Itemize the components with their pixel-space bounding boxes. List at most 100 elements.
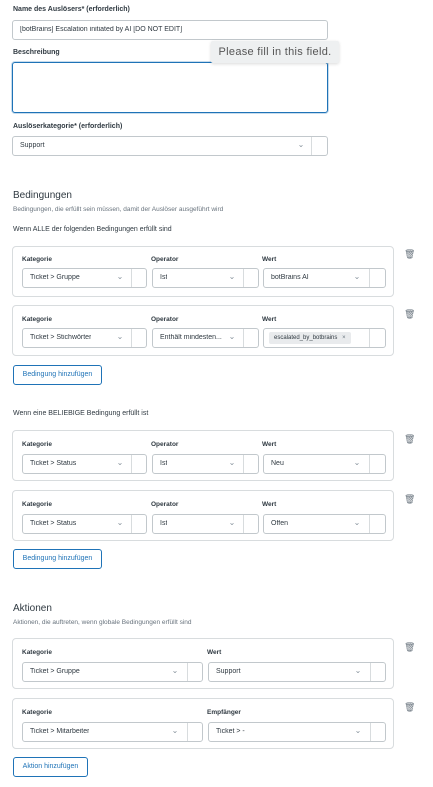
select-divider xyxy=(243,515,244,533)
select-divider xyxy=(369,269,370,287)
condition-value-value: botBrains AI xyxy=(271,274,309,281)
condition-value-select[interactable]: Neu ⌄ xyxy=(263,454,386,474)
action-recipient-value: Ticket > - xyxy=(216,728,245,735)
condition-value-value: Neu xyxy=(271,460,284,467)
validation-tooltip: Please fill in this field. xyxy=(211,41,339,63)
trash-icon[interactable]: 🗑 xyxy=(404,249,415,259)
select-divider xyxy=(131,329,132,347)
trash-icon[interactable]: 🗑 xyxy=(404,702,415,712)
condition-row: Kategorie Operator Wert Ticket > Stichwö… xyxy=(12,305,394,356)
condition-tag-input[interactable]: escalated_by_botbrains × xyxy=(263,328,386,348)
trigger-category-value: Support xyxy=(20,142,45,149)
chevron-down-icon: ⌄ xyxy=(116,458,124,467)
select-divider xyxy=(131,455,132,473)
trigger-category-label: Auslöserkategorie* (erforderlich) xyxy=(13,123,123,130)
condition-operator-select[interactable]: Ist ⌄ xyxy=(152,454,259,474)
chevron-down-icon: ⌄ xyxy=(228,518,236,527)
action-category-select[interactable]: Ticket > Gruppe ⌄ xyxy=(22,662,203,682)
description-label: Beschreibung xyxy=(13,49,60,56)
condition-operator-value: Ist xyxy=(160,460,168,467)
condition-row: Kategorie Operator Wert Ticket > Status … xyxy=(12,430,394,481)
add-condition-all-button[interactable]: Bedingung hinzufügen xyxy=(13,365,102,385)
condition-value-value: Offen xyxy=(271,520,288,527)
condition-category-select[interactable]: Ticket > Stichwörter ⌄ xyxy=(22,328,147,348)
action-value-select[interactable]: Support ⌄ xyxy=(208,662,386,682)
category-label: Kategorie xyxy=(22,649,52,656)
condition-category-select[interactable]: Ticket > Status ⌄ xyxy=(22,454,147,474)
trash-icon[interactable]: 🗑 xyxy=(404,494,415,504)
condition-value-select[interactable]: Offen ⌄ xyxy=(263,514,386,534)
tag-chip: escalated_by_botbrains × xyxy=(269,332,351,344)
condition-operator-select[interactable]: Ist ⌄ xyxy=(152,268,259,288)
category-label: Kategorie xyxy=(22,256,52,263)
condition-category-value: Ticket > Stichwörter xyxy=(30,334,92,341)
category-label: Kategorie xyxy=(22,316,52,323)
select-divider xyxy=(369,455,370,473)
action-recipient-select[interactable]: Ticket > - ⌄ xyxy=(208,722,386,742)
select-divider xyxy=(131,515,132,533)
value-label: Wert xyxy=(262,441,277,448)
category-label: Kategorie xyxy=(22,441,52,448)
chevron-down-icon: ⌄ xyxy=(228,272,236,281)
operator-label: Operator xyxy=(151,501,179,508)
chevron-down-icon: ⌄ xyxy=(116,272,124,281)
tag-remove-icon[interactable]: × xyxy=(342,335,346,341)
chevron-down-icon: ⌄ xyxy=(353,458,361,467)
chevron-down-icon: ⌄ xyxy=(171,666,179,675)
actions-subtitle: Aktionen, die auftreten, wenn globale Be… xyxy=(13,619,192,626)
add-condition-any-button[interactable]: Bedingung hinzufügen xyxy=(13,549,102,569)
value-label: Wert xyxy=(262,316,277,323)
select-divider xyxy=(311,137,312,155)
chevron-down-icon: ⌄ xyxy=(297,140,305,149)
condition-operator-select[interactable]: Enthält mindesten... ⌄ xyxy=(152,328,259,348)
condition-category-select[interactable]: Ticket > Status ⌄ xyxy=(22,514,147,534)
condition-operator-select[interactable]: Ist ⌄ xyxy=(152,514,259,534)
condition-category-select[interactable]: Ticket > Gruppe ⌄ xyxy=(22,268,147,288)
actions-title: Aktionen xyxy=(13,603,52,614)
select-divider xyxy=(131,269,132,287)
all-conditions-heading: Wenn ALLE der folgenden Bedingungen erfü… xyxy=(13,226,172,233)
select-divider xyxy=(369,515,370,533)
trash-icon[interactable]: 🗑 xyxy=(404,642,415,652)
action-row: Kategorie Wert Ticket > Gruppe ⌄ Support… xyxy=(12,638,394,689)
select-divider xyxy=(369,329,370,347)
condition-row: Kategorie Operator Wert Ticket > Status … xyxy=(12,490,394,541)
condition-row: Kategorie Operator Wert Ticket > Gruppe … xyxy=(12,246,394,297)
operator-label: Operator xyxy=(151,441,179,448)
any-conditions-heading: Wenn eine BELIEBIGE Bedingung erfüllt is… xyxy=(13,410,149,417)
select-divider xyxy=(243,455,244,473)
select-divider xyxy=(370,723,371,741)
chevron-down-icon: ⌄ xyxy=(116,332,124,341)
action-category-value: Ticket > Mitarbeiter xyxy=(30,728,90,735)
description-textarea[interactable] xyxy=(12,62,328,113)
condition-category-value: Ticket > Status xyxy=(30,520,77,527)
chevron-down-icon: ⌄ xyxy=(171,726,179,735)
trigger-name-label: Name des Auslösers* (erforderlich) xyxy=(13,6,130,13)
value-label: Wert xyxy=(207,649,222,656)
select-divider xyxy=(187,663,188,681)
tag-label: escalated_by_botbrains xyxy=(274,335,338,341)
chevron-down-icon: ⌄ xyxy=(354,666,362,675)
chevron-down-icon: ⌄ xyxy=(228,332,236,341)
condition-operator-value: Ist xyxy=(160,520,168,527)
trigger-name-input[interactable]: [botBrains] Escalation initiated by AI [… xyxy=(12,20,328,40)
conditions-title: Bedingungen xyxy=(13,190,72,201)
value-label: Wert xyxy=(262,501,277,508)
add-action-button[interactable]: Aktion hinzufügen xyxy=(13,757,88,777)
trash-icon[interactable]: 🗑 xyxy=(404,309,415,319)
trigger-category-select[interactable]: Support ⌄ xyxy=(12,136,328,156)
condition-operator-value: Enthält mindesten... xyxy=(160,334,222,341)
select-divider xyxy=(243,329,244,347)
condition-category-value: Ticket > Status xyxy=(30,460,77,467)
select-divider xyxy=(243,269,244,287)
select-divider xyxy=(370,663,371,681)
operator-label: Operator xyxy=(151,256,179,263)
condition-value-select[interactable]: botBrains AI ⌄ xyxy=(263,268,386,288)
condition-category-value: Ticket > Gruppe xyxy=(30,274,80,281)
action-category-select[interactable]: Ticket > Mitarbeiter ⌄ xyxy=(22,722,203,742)
action-row: Kategorie Empfänger Ticket > Mitarbeiter… xyxy=(12,698,394,749)
trash-icon[interactable]: 🗑 xyxy=(404,434,415,444)
chevron-down-icon: ⌄ xyxy=(116,518,124,527)
category-label: Kategorie xyxy=(22,709,52,716)
condition-operator-value: Ist xyxy=(160,274,168,281)
